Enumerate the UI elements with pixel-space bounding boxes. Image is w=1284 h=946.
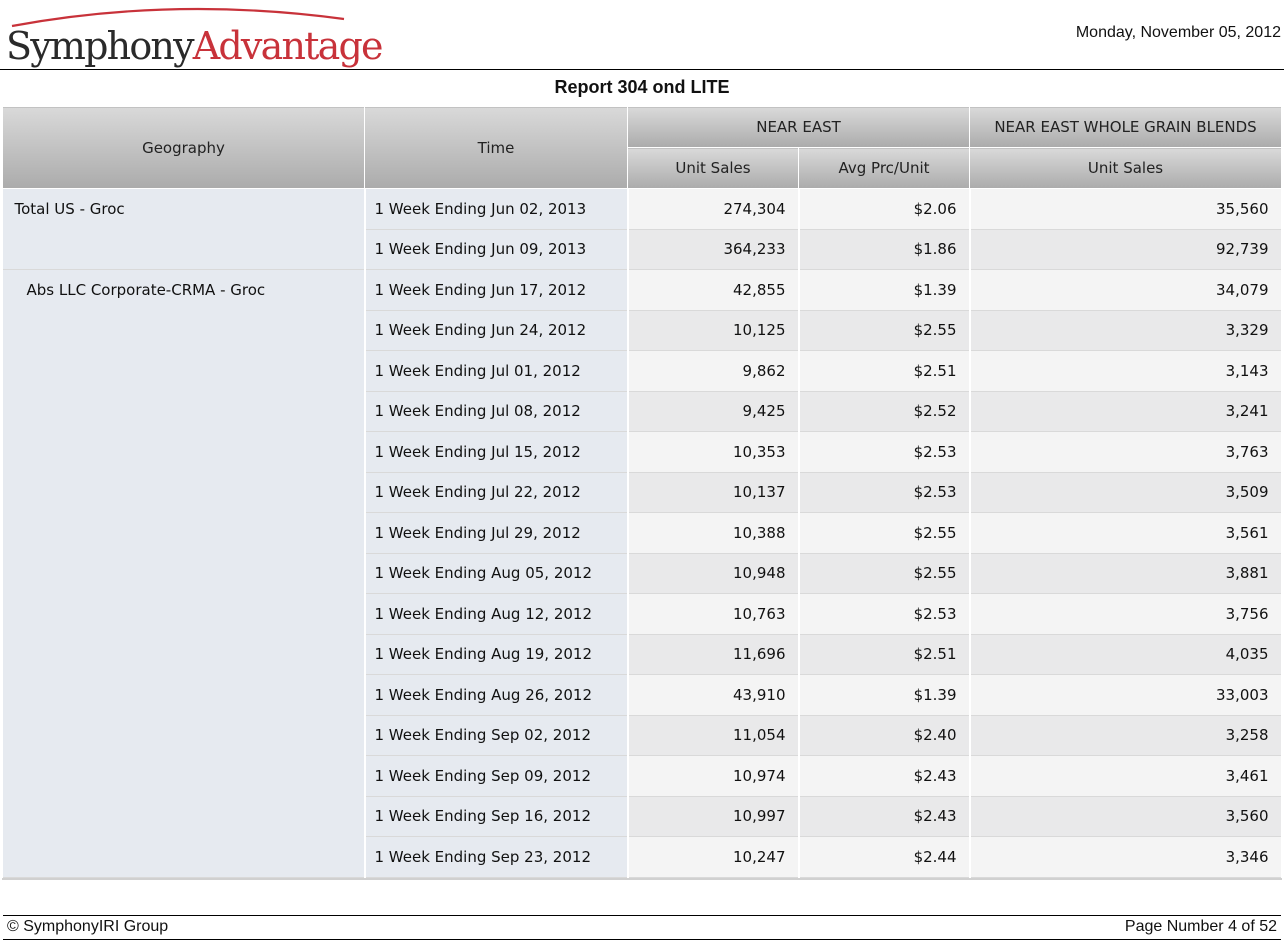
column-group-near-east-whole-grain[interactable]: NEAR EAST WHOLE GRAIN BLENDS: [969, 106, 1283, 148]
cell-time: 1 Week Ending Jul 29, 2012: [364, 512, 629, 554]
cell-wgb-unit-sales: 3,258: [969, 715, 1283, 756]
cell-avg-price: $2.43: [798, 755, 971, 797]
cell-time: 1 Week Ending Aug 12, 2012: [364, 593, 629, 635]
cell-unit-sales: 42,855: [627, 269, 800, 311]
cell-avg-price: $1.39: [798, 674, 971, 716]
report-table: Geography Time NEAR EAST NEAR EAST WHOLE…: [2, 106, 1283, 878]
cell-unit-sales: 10,247: [627, 836, 800, 878]
cell-avg-price: $2.55: [798, 553, 971, 594]
logo-symphony: Symphony: [6, 24, 195, 68]
cell-unit-sales: 10,137: [627, 472, 800, 513]
cell-unit-sales: 10,763: [627, 593, 800, 635]
cell-wgb-unit-sales: 3,763: [969, 431, 1283, 473]
cell-time: 1 Week Ending Jul 15, 2012: [364, 431, 629, 473]
cell-unit-sales: 10,974: [627, 755, 800, 797]
column-header-wgb-unit-sales[interactable]: Unit Sales: [969, 147, 1283, 189]
cell-time: 1 Week Ending Aug 26, 2012: [364, 674, 629, 716]
cell-unit-sales: 10,125: [627, 310, 800, 351]
cell-time: 1 Week Ending Jun 02, 2013: [364, 188, 629, 230]
cell-wgb-unit-sales: 3,756: [969, 593, 1283, 635]
cell-avg-price: $1.39: [798, 269, 971, 311]
cell-unit-sales: 43,910: [627, 674, 800, 716]
cell-wgb-unit-sales: 34,079: [969, 269, 1283, 311]
cell-wgb-unit-sales: 3,143: [969, 350, 1283, 392]
cell-unit-sales: 10,353: [627, 431, 800, 473]
cell-time: 1 Week Ending Jul 08, 2012: [364, 391, 629, 432]
footer-divider-top: [3, 915, 1281, 916]
cell-unit-sales: 364,233: [627, 229, 800, 270]
cell-wgb-unit-sales: 33,003: [969, 674, 1283, 716]
cell-time: 1 Week Ending Sep 09, 2012: [364, 755, 629, 797]
cell-wgb-unit-sales: 3,329: [969, 310, 1283, 351]
cell-avg-price: $2.55: [798, 310, 971, 351]
table-row: Abs LLC Corporate-CRMA - Groc 1 Week Endi…: [2, 269, 1283, 878]
column-group-near-east[interactable]: NEAR EAST: [626, 106, 971, 148]
column-header-geography[interactable]: Geography: [2, 106, 365, 189]
cell-time: 1 Week Ending Jun 24, 2012: [364, 310, 629, 351]
cell-time: 1 Week Ending Jun 09, 2013: [364, 229, 629, 270]
cell-unit-sales: 10,997: [627, 796, 800, 837]
cell-time: 1 Week Ending Jul 22, 2012: [364, 472, 629, 513]
cell-avg-price: $2.53: [798, 431, 971, 473]
cell-wgb-unit-sales: 35,560: [969, 188, 1283, 230]
cell-avg-price: $2.51: [798, 350, 971, 392]
cell-wgb-unit-sales: 3,881: [969, 553, 1283, 594]
cell-avg-price: $2.53: [798, 472, 971, 513]
table-row: Total US - Groc 1 Week Ending Jun 02, 201…: [2, 188, 1283, 270]
cell-wgb-unit-sales: 4,035: [969, 634, 1283, 675]
cell-unit-sales: 9,862: [627, 350, 800, 392]
cell-avg-price: $2.53: [798, 593, 971, 635]
table-bottom-border: [2, 877, 1282, 880]
cell-avg-price: $2.43: [798, 796, 971, 837]
cell-wgb-unit-sales: 3,346: [969, 836, 1283, 878]
logo-text: SymphonyAdvantage: [6, 22, 384, 70]
cell-avg-price: $2.06: [798, 188, 971, 230]
cell-wgb-unit-sales: 3,561: [969, 512, 1283, 554]
cell-unit-sales: 10,388: [627, 512, 800, 554]
cell-avg-price: $2.55: [798, 512, 971, 554]
column-header-time[interactable]: Time: [364, 106, 628, 189]
cell-geography: Total US - Groc: [2, 188, 366, 270]
cell-avg-price: $2.40: [798, 715, 971, 756]
cell-wgb-unit-sales: 92,739: [969, 229, 1283, 270]
cell-time: 1 Week Ending Sep 16, 2012: [364, 796, 629, 837]
cell-wgb-unit-sales: 3,461: [969, 755, 1283, 797]
cell-time: 1 Week Ending Jun 17, 2012: [364, 269, 629, 311]
cell-avg-price: $2.51: [798, 634, 971, 675]
cell-wgb-unit-sales: 3,509: [969, 472, 1283, 513]
cell-time: 1 Week Ending Aug 19, 2012: [364, 634, 629, 675]
cell-time: 1 Week Ending Jul 01, 2012: [364, 350, 629, 392]
logo-advantage: Advantage: [192, 24, 384, 68]
cell-geography: Abs LLC Corporate-CRMA - Groc: [2, 269, 366, 878]
column-header-avg-price[interactable]: Avg Prc/Unit: [797, 147, 971, 189]
footer-page-number: Page Number 4 of 52: [1124, 918, 1277, 935]
cell-time: 1 Week Ending Aug 05, 2012: [364, 553, 629, 594]
report-title: Report 304 ond LITE: [554, 77, 730, 97]
cell-time: 1 Week Ending Sep 02, 2012: [364, 715, 629, 756]
cell-wgb-unit-sales: 3,560: [969, 796, 1283, 837]
report-date: Monday, November 05, 2012: [1075, 24, 1281, 41]
footer-divider-bottom: [3, 939, 1281, 940]
footer-copyright: © SymphonyIRI Group: [7, 918, 169, 935]
cell-time: 1 Week Ending Sep 23, 2012: [364, 836, 629, 878]
cell-unit-sales: 11,054: [627, 715, 800, 756]
cell-wgb-unit-sales: 3,241: [969, 391, 1283, 432]
cell-unit-sales: 274,304: [627, 188, 800, 230]
column-header-unit-sales[interactable]: Unit Sales: [627, 147, 799, 189]
cell-unit-sales: 11,696: [627, 634, 800, 675]
symphony-advantage-logo: SymphonyAdvantage: [4, 2, 383, 68]
cell-avg-price: $2.52: [798, 391, 971, 432]
header-divider: [0, 69, 1284, 70]
cell-unit-sales: 9,425: [627, 391, 800, 432]
cell-avg-price: $2.44: [798, 836, 971, 878]
report-table-container: Geography Time NEAR EAST NEAR EAST WHOLE…: [2, 106, 1283, 880]
report-table-body: Total US - Groc 1 Week Ending Jun 02, 201…: [2, 188, 1283, 878]
cell-avg-price: $1.86: [798, 229, 971, 270]
cell-unit-sales: 10,948: [627, 553, 800, 594]
